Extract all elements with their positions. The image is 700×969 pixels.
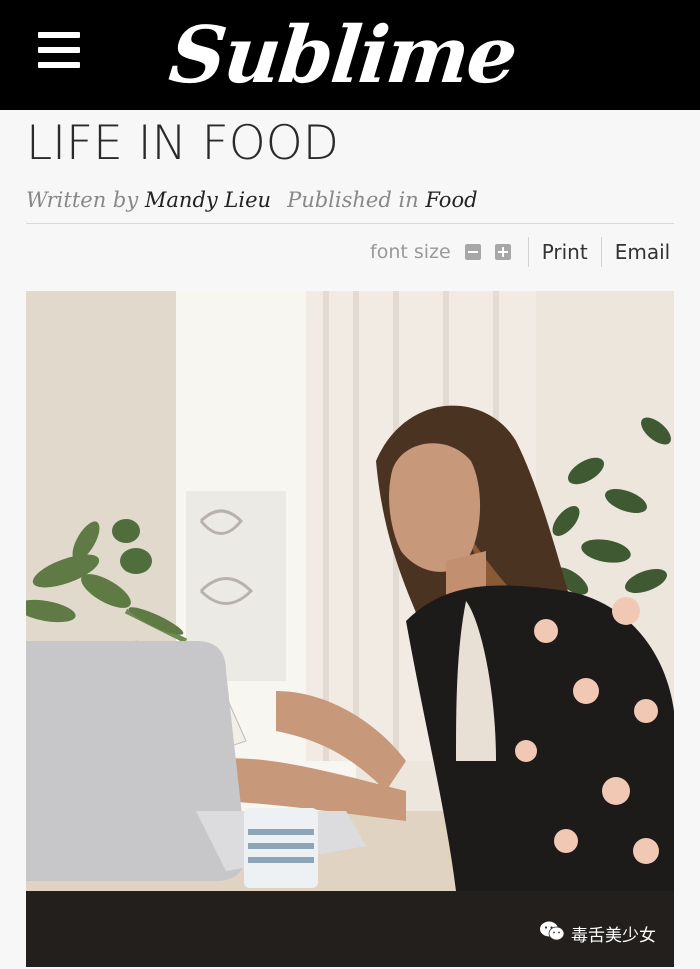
article-title: LIFE IN FOOD <box>26 116 339 171</box>
font-decrease-icon[interactable] <box>464 244 481 260</box>
font-increase-icon[interactable] <box>494 244 511 260</box>
site-logo[interactable]: Sublime <box>165 4 520 108</box>
watermark-text: 毒舌美少女 <box>571 926 656 946</box>
print-link[interactable]: Print <box>542 240 588 264</box>
article-meta: Written by Mandy Lieu Published in Food <box>26 188 478 212</box>
article-tools: font size Print Email <box>370 236 670 268</box>
article-hero-image: 毒舌美少女 <box>26 291 674 967</box>
written-by-label: Written by <box>26 188 139 212</box>
email-link[interactable]: Email <box>615 240 671 264</box>
tools-separator <box>527 237 529 267</box>
category-link[interactable]: Food <box>425 188 477 212</box>
hero-photo-illustration <box>26 291 674 967</box>
tools-separator <box>600 237 602 267</box>
top-bar: Sublime <box>0 0 700 110</box>
wechat-icon <box>539 920 565 947</box>
published-in-label: Published in <box>287 188 419 212</box>
hamburger-menu-icon[interactable] <box>38 32 80 70</box>
author-link[interactable]: Mandy Lieu <box>145 188 271 212</box>
wechat-watermark: 毒舌美少女 <box>539 920 656 947</box>
meta-divider <box>26 223 674 224</box>
font-size-label: font size <box>370 241 451 263</box>
